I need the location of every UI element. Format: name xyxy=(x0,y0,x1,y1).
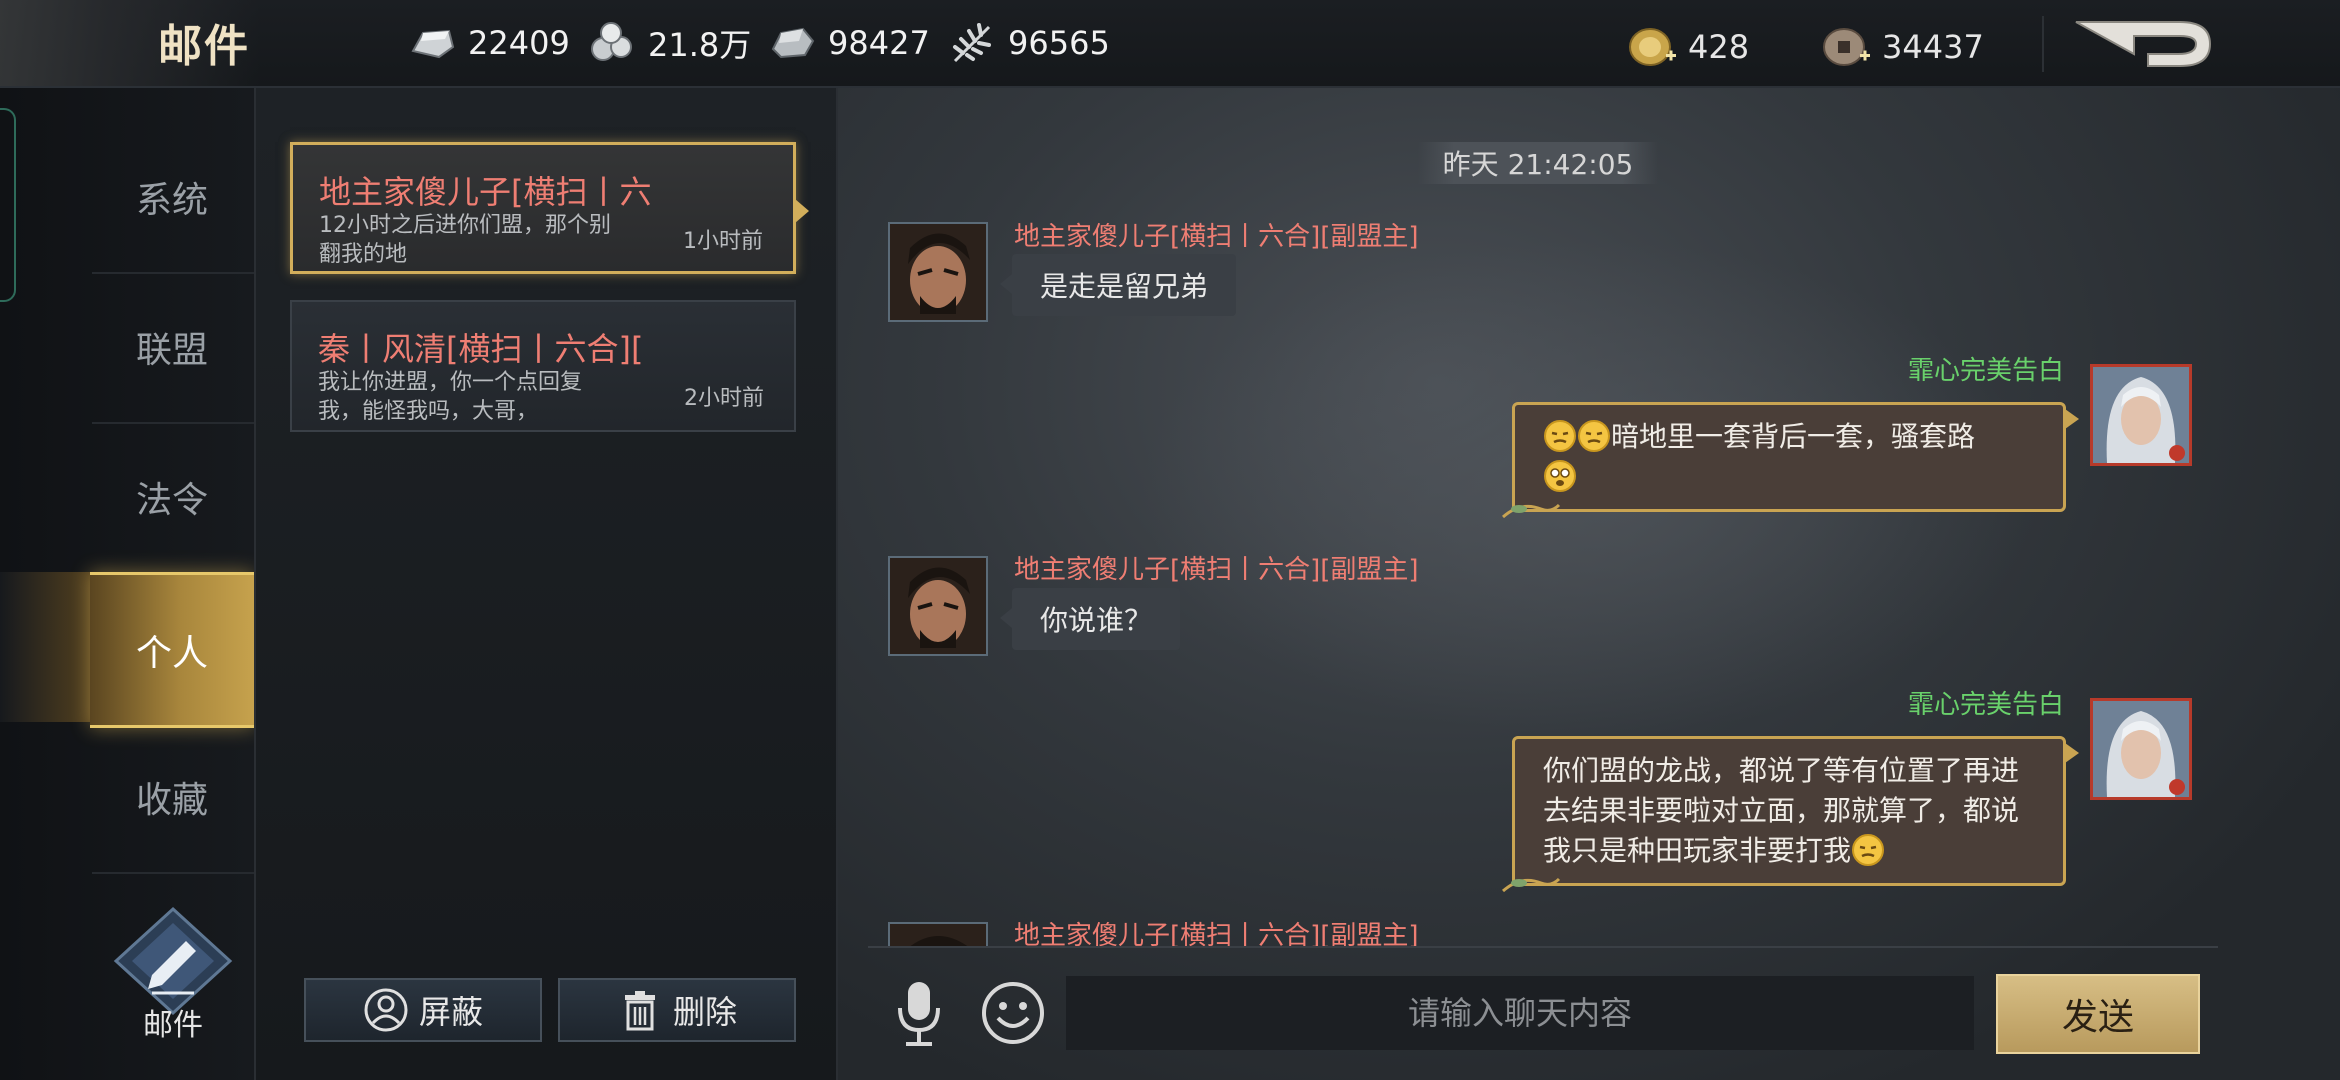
resource-copper[interactable]: 21.8万 xyxy=(588,18,751,68)
mail-item[interactable]: 地主家傻儿子[横扫丨六 12小时之后进你们盟，那个别翻我的地 1小时前 xyxy=(290,142,809,274)
silver-hair-portrait-icon xyxy=(2093,367,2189,463)
silver-ingot-icon xyxy=(408,19,456,67)
page-title: 邮件 xyxy=(158,21,250,72)
mail-sender: 地主家傻儿子[横扫丨六 xyxy=(319,173,652,211)
nav-item-system[interactable]: 系统 xyxy=(90,122,254,272)
message-timestamp: 昨天 21:42:05 xyxy=(1418,142,1658,184)
currency-value: 34437 xyxy=(1882,28,1984,66)
nav-divider xyxy=(92,872,254,874)
resource-value: 96565 xyxy=(1008,24,1110,62)
mail-sender: 秦丨风清[横扫丨六合][ xyxy=(318,330,644,368)
smug-emoji-icon xyxy=(1544,420,1576,452)
sender-name: 霏心完美告白 xyxy=(1907,690,2064,720)
nav-item-favorites[interactable]: 收藏 xyxy=(90,722,254,872)
iron-ore-icon xyxy=(768,19,816,67)
sender-avatar[interactable] xyxy=(888,922,988,946)
dizzy-emoji-icon xyxy=(1544,460,1576,492)
compose-label: 邮件 xyxy=(143,1008,203,1043)
back-button[interactable] xyxy=(2070,14,2220,74)
grain-icon xyxy=(948,19,996,67)
nav-item-decree[interactable]: 法令 xyxy=(90,422,254,572)
voice-button[interactable] xyxy=(890,978,948,1048)
block-label: 屏蔽 xyxy=(418,993,483,1031)
emoji-button[interactable] xyxy=(980,980,1046,1046)
sender-name: 地主家傻儿子[横扫丨六合][副盟主] xyxy=(1014,222,1419,252)
smug-emoji-icon xyxy=(1852,834,1885,866)
warrior-portrait-icon xyxy=(890,224,986,320)
mail-preview: 12小时之后进你们盟，那个别翻我的地 xyxy=(319,213,611,267)
vine-ornament-icon xyxy=(1502,503,1561,519)
message-text: 你们盟的龙战，都说了等有位置了再进去结果非要啦对立面，那就算了，都说我只是种田玩… xyxy=(1543,754,2020,867)
send-button[interactable]: 发送 xyxy=(1996,974,2200,1054)
selection-indicator xyxy=(795,199,809,223)
sender-avatar[interactable] xyxy=(888,222,988,322)
resource-iron[interactable]: 98427 xyxy=(768,18,930,68)
gold-coin-plus-icon xyxy=(1626,24,1678,70)
trash-icon xyxy=(624,991,655,1031)
input-divider xyxy=(868,946,2218,948)
top-bar: 邮件 22409 21.8万 98427 96565 428 34437 xyxy=(0,0,2340,88)
chat-input[interactable] xyxy=(1066,976,1974,1050)
message-bubble: 你说谁？ xyxy=(999,588,1181,650)
smug-emoji-icon xyxy=(1578,420,1610,452)
nav-item-alliance[interactable]: 联盟 xyxy=(90,272,254,422)
sender-name: 霏心完美告白 xyxy=(1907,356,2064,386)
sender-name: 地主家傻儿子[横扫丨六合][副盟主] xyxy=(1014,555,1419,585)
message-bubble: 你们盟的龙战，都说了等有位置了再进去结果非要啦对立面，那就算了，都说我只是种田玩… xyxy=(1502,736,2079,893)
delete-label: 删除 xyxy=(672,993,737,1031)
resource-value: 98427 xyxy=(828,24,930,62)
message-text: 暗地里一套背后一套，骚套路 xyxy=(1611,420,1976,453)
copper-coins-icon xyxy=(588,19,636,67)
smiley-icon xyxy=(982,982,1044,1044)
block-button[interactable]: 屏蔽 xyxy=(304,978,542,1042)
copper-coin-plus-icon xyxy=(1820,24,1872,70)
mail-time: 2小时前 xyxy=(684,386,764,411)
resource-value: 22409 xyxy=(468,24,570,62)
silver-hair-portrait-icon xyxy=(2093,701,2189,797)
own-avatar[interactable] xyxy=(2090,698,2192,800)
delete-button[interactable]: 删除 xyxy=(558,978,796,1042)
nav-item-personal[interactable]: 个人 xyxy=(90,572,254,728)
currency-value: 428 xyxy=(1688,28,1750,66)
vine-ornament-icon xyxy=(1502,877,1561,893)
nav-edge-tab[interactable] xyxy=(0,108,16,302)
message-bubble: 是走是留兄弟 xyxy=(999,254,1237,316)
back-arrow-icon xyxy=(2075,21,2212,67)
resource-grain[interactable]: 96565 xyxy=(948,18,1110,68)
currency-copper[interactable]: 34437 xyxy=(1820,24,1984,70)
message-text: 你说谁？ xyxy=(1040,604,1153,637)
mail-preview: 我让你进盟，你一个点回复我，能怪我吗，大哥， xyxy=(318,370,583,424)
block-user-icon xyxy=(364,988,408,1032)
own-avatar[interactable] xyxy=(2090,364,2192,466)
microphone-icon xyxy=(898,982,940,1046)
warrior-portrait-icon xyxy=(890,558,986,654)
mail-item[interactable]: 秦丨风清[横扫丨六合][ 我让你进盟，你一个点回复我，能怪我吗，大哥， 2小时前 xyxy=(290,300,796,432)
message-text: 是走是留兄弟 xyxy=(1040,270,1209,303)
header-divider xyxy=(2042,16,2044,72)
message-bubble: 暗地里一套背后一套，骚套路 xyxy=(1502,402,2079,519)
currency-gold[interactable]: 428 xyxy=(1626,24,1749,70)
resource-silver[interactable]: 22409 xyxy=(408,18,570,68)
mail-time: 1小时前 xyxy=(683,229,763,254)
warrior-portrait-icon xyxy=(890,924,986,946)
resource-value: 21.8万 xyxy=(648,26,752,64)
nav-active-glow xyxy=(0,572,92,722)
sender-avatar[interactable] xyxy=(888,556,988,656)
compose-pen-icon xyxy=(113,906,233,1016)
